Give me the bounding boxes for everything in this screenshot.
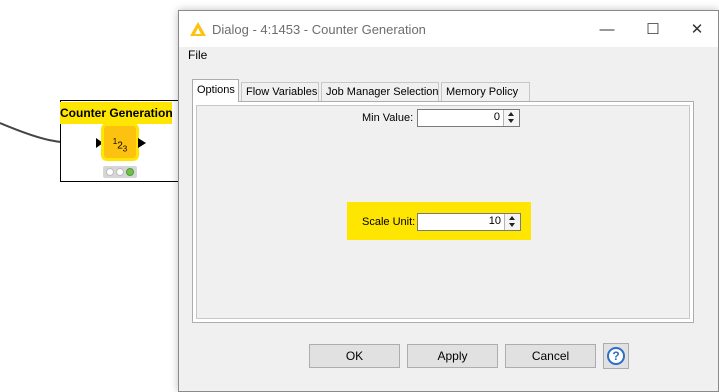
input-port-icon[interactable] (96, 138, 103, 148)
apply-button[interactable]: Apply (407, 344, 498, 368)
min-value-label: Min Value: (362, 112, 414, 124)
tab-flow-variables[interactable]: Flow Variables (241, 82, 319, 101)
spin-up-icon[interactable] (509, 216, 515, 220)
ok-button[interactable]: OK (309, 344, 400, 368)
status-light-yellow (116, 168, 124, 176)
min-value-spin-buttons[interactable] (503, 110, 519, 126)
spin-up-icon[interactable] (508, 112, 514, 116)
help-icon: ? (607, 347, 625, 365)
scale-unit-spinner[interactable]: 10 (417, 213, 521, 231)
knime-app-icon (190, 22, 206, 36)
dialog-title: Dialog - 4:1453 - Counter Generation (212, 22, 426, 37)
menu-bar: File (179, 47, 718, 67)
spin-down-icon[interactable] (508, 119, 514, 123)
node-title[interactable]: Counter Generation (60, 102, 173, 124)
menu-file[interactable]: File (188, 48, 207, 62)
tab-options[interactable]: Options (192, 79, 239, 102)
min-value-spinner[interactable]: 0 (417, 109, 520, 127)
tab-job-manager-selection[interactable]: Job Manager Selection (321, 82, 439, 101)
output-port-icon[interactable] (138, 138, 146, 148)
spin-down-icon[interactable] (509, 223, 515, 227)
dialog-titlebar[interactable]: Dialog - 4:1453 - Counter Generation — ☐… (179, 11, 718, 47)
status-light-green (126, 168, 134, 176)
scale-unit-label: Scale Unit: (362, 216, 416, 228)
status-light-red (106, 168, 114, 176)
node-dialog-window: Dialog - 4:1453 - Counter Generation — ☐… (178, 10, 719, 392)
node-status-traffic-light (103, 166, 137, 178)
minimize-button[interactable]: — (585, 17, 629, 43)
tab-memory-policy[interactable]: Memory Policy (441, 82, 530, 101)
close-button[interactable]: ✕ (675, 17, 719, 43)
scale-unit-input[interactable]: 10 (489, 215, 501, 227)
min-value-input[interactable]: 0 (494, 111, 500, 123)
cancel-button[interactable]: Cancel (505, 344, 596, 368)
scale-unit-spin-buttons[interactable] (504, 214, 520, 230)
counter-generation-node-icon[interactable]: 123 (104, 126, 136, 158)
maximize-button[interactable]: ☐ (631, 17, 675, 43)
help-button[interactable]: ? (603, 343, 629, 369)
